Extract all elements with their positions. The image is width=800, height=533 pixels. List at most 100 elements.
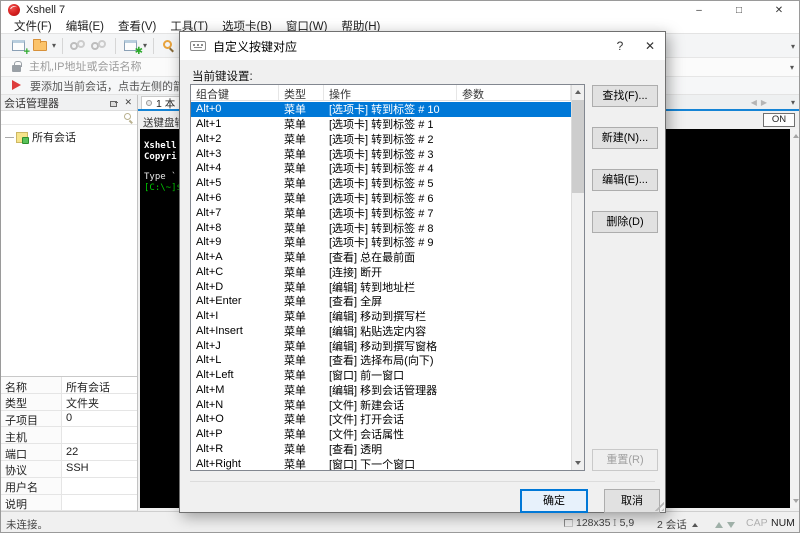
table-row[interactable]: Alt+O 菜单 [文件] 打开会话 [191, 412, 571, 427]
minimize-button[interactable]: – [679, 1, 719, 19]
table-row[interactable]: Alt+Right 菜单 [窗口] 下一个窗口 [191, 456, 571, 470]
table-row[interactable]: Alt+N 菜单 [文件] 新建会话 [191, 397, 571, 412]
scroll-up-icon[interactable] [792, 134, 799, 138]
scroll-down-icon[interactable] [792, 499, 799, 503]
menu-item[interactable]: 查看(V) [111, 18, 163, 34]
table-body: Alt+0 菜单 [选项卡] 转到标签 # 10 Alt+1 菜单 [选项卡] … [191, 102, 571, 470]
cell-type: 菜单 [284, 355, 306, 368]
table-row[interactable]: Alt+Enter 菜单 [查看] 全屏 [191, 294, 571, 309]
cell-combo: Alt+A [196, 251, 223, 264]
find-icon[interactable] [161, 38, 178, 54]
menu-item[interactable]: 文件(F) [7, 18, 59, 34]
open-dropdown-icon[interactable]: ▾ [52, 41, 56, 50]
table-row[interactable]: Alt+7 菜单 [选项卡] 转到标签 # 7 [191, 205, 571, 220]
properties-dropdown-icon[interactable]: ▾ [143, 41, 147, 50]
table-row[interactable]: Alt+6 菜单 [选项卡] 转到标签 # 6 [191, 191, 571, 206]
cell-combo: Alt+C [196, 265, 224, 278]
dialog-close-button[interactable]: ✕ [635, 32, 665, 60]
table-row[interactable]: Alt+C 菜单 [连接] 断开 [191, 264, 571, 279]
property-row: 用户名 [1, 477, 137, 495]
table-row[interactable]: Alt+D 菜单 [编辑] 转到地址栏 [191, 279, 571, 294]
edit-button[interactable]: 编辑(E)... [592, 169, 658, 191]
table-row[interactable]: Alt+Left 菜单 [窗口] 前一窗口 [191, 368, 571, 383]
cell-type: 菜单 [284, 311, 306, 324]
maximize-button[interactable]: □ [719, 1, 759, 19]
menu-item[interactable]: 编辑(E) [59, 18, 111, 34]
table-row[interactable]: Alt+4 菜单 [选项卡] 转到标签 # 4 [191, 161, 571, 176]
table-row[interactable]: Alt+A 菜单 [查看] 总在最前面 [191, 250, 571, 265]
cell-combo: Alt+M [196, 383, 225, 396]
table-row[interactable]: Alt+3 菜单 [选项卡] 转到标签 # 3 [191, 146, 571, 161]
table-row[interactable]: Alt+R 菜单 [查看] 透明 [191, 442, 571, 457]
cell-combo: Alt+L [196, 354, 222, 367]
cell-type: 菜单 [284, 252, 306, 265]
cell-action: [编辑] 移动到撰写栏 [329, 311, 427, 324]
property-row: 协议 SSH [1, 460, 137, 478]
panel-close-icon[interactable]: ✕ [124, 97, 132, 108]
close-button[interactable]: ✕ [759, 1, 799, 19]
tab-status-dot-icon [146, 100, 152, 106]
column-header-type[interactable]: 类型 [279, 85, 324, 100]
toolbar-overflow-icon[interactable]: ▾ [791, 42, 795, 51]
cell-combo: Alt+0 [196, 103, 222, 116]
property-value: SSH [66, 462, 89, 475]
cell-type: 菜单 [284, 207, 306, 220]
dialog-help-button[interactable]: ? [605, 32, 635, 60]
ok-button[interactable]: 确定 [520, 489, 588, 513]
table-row[interactable]: Alt+5 菜单 [选项卡] 转到标签 # 5 [191, 176, 571, 191]
table-row[interactable]: Alt+2 菜单 [选项卡] 转到标签 # 2 [191, 132, 571, 147]
scroll-down-icon[interactable] [575, 461, 581, 465]
property-value: 22 [66, 445, 79, 458]
tab-scroll-arrows[interactable]: ◀▶ [751, 98, 771, 107]
session-properties-icon[interactable]: ✱ [123, 38, 143, 56]
scroll-up-icon[interactable] [575, 90, 581, 94]
cell-action: [选项卡] 转到标签 # 2 [329, 133, 434, 146]
cell-combo: Alt+7 [196, 206, 222, 219]
table-scrollbar[interactable] [571, 85, 584, 470]
table-row[interactable]: Alt+L 菜单 [查看] 选择布局(向下) [191, 353, 571, 368]
folder-icon [16, 131, 29, 144]
new-session-icon[interactable]: + [11, 38, 30, 57]
cell-combo: Alt+6 [196, 191, 222, 204]
pin-icon[interactable] [110, 99, 119, 107]
property-label: 主机 [1, 427, 62, 444]
key-mapping-table: 组合键 类型 操作 参数 Alt+0 菜单 [选项卡] 转到标签 # 10 Al… [190, 84, 585, 471]
table-row[interactable]: Alt+I 菜单 [编辑] 移动到撰写栏 [191, 309, 571, 324]
session-search-row[interactable] [1, 111, 137, 125]
session-properties-table: 名称 所有会话 类型 文件夹 子项目 0 主机 端口 22 协议 SSH 用户名… [1, 376, 137, 512]
address-overflow-icon[interactable]: ▾ [790, 63, 794, 72]
tree-branch-line [5, 136, 14, 138]
table-row[interactable]: Alt+1 菜单 [选项卡] 转到标签 # 1 [191, 117, 571, 132]
delete-button[interactable]: 删除(D) [592, 211, 658, 233]
session-count[interactable]: 2 会话 [657, 517, 698, 532]
column-header-action[interactable]: 操作 [324, 85, 457, 100]
download-arrow-icon [727, 522, 735, 528]
new-button[interactable]: 新建(N)... [592, 127, 658, 149]
find-button[interactable]: 查找(F)... [592, 85, 658, 107]
cell-type: 菜单 [284, 340, 306, 353]
table-row[interactable]: Alt+0 菜单 [选项卡] 转到标签 # 10 [191, 102, 571, 117]
scrollbar-thumb[interactable] [572, 100, 584, 193]
property-row: 端口 22 [1, 444, 137, 461]
column-header-combo[interactable]: 组合键 [191, 85, 279, 100]
property-label: 类型 [1, 393, 62, 410]
property-label: 说明 [1, 494, 62, 511]
send-on-toggle[interactable]: ON [763, 113, 795, 127]
cell-combo: Alt+Right [196, 457, 241, 470]
cancel-button[interactable]: 取消 [604, 489, 660, 513]
table-row[interactable]: Alt+J 菜单 [编辑] 移动到撰写窗格 [191, 338, 571, 353]
terminal-size-icon [564, 519, 573, 527]
tree-item-all-sessions[interactable]: 所有会话 [5, 129, 137, 145]
table-row[interactable]: Alt+M 菜单 [编辑] 移到会话管理器 [191, 383, 571, 398]
table-row[interactable]: Alt+P 菜单 [文件] 会话属性 [191, 427, 571, 442]
terminal-scrollbar[interactable] [790, 129, 799, 508]
cell-type: 菜单 [284, 370, 306, 383]
table-row[interactable]: Alt+Insert 菜单 [编辑] 粘贴选定内容 [191, 323, 571, 338]
column-header-param[interactable]: 参数 [457, 85, 571, 100]
tab-overflow-icon[interactable]: ▾ [791, 98, 795, 107]
open-folder-icon[interactable] [32, 38, 49, 54]
table-header: 组合键 类型 操作 参数 [191, 85, 571, 101]
table-row[interactable]: Alt+8 菜单 [选项卡] 转到标签 # 8 [191, 220, 571, 235]
table-row[interactable]: Alt+9 菜单 [选项卡] 转到标签 # 9 [191, 235, 571, 250]
cell-action: [选项卡] 转到标签 # 8 [329, 222, 434, 235]
